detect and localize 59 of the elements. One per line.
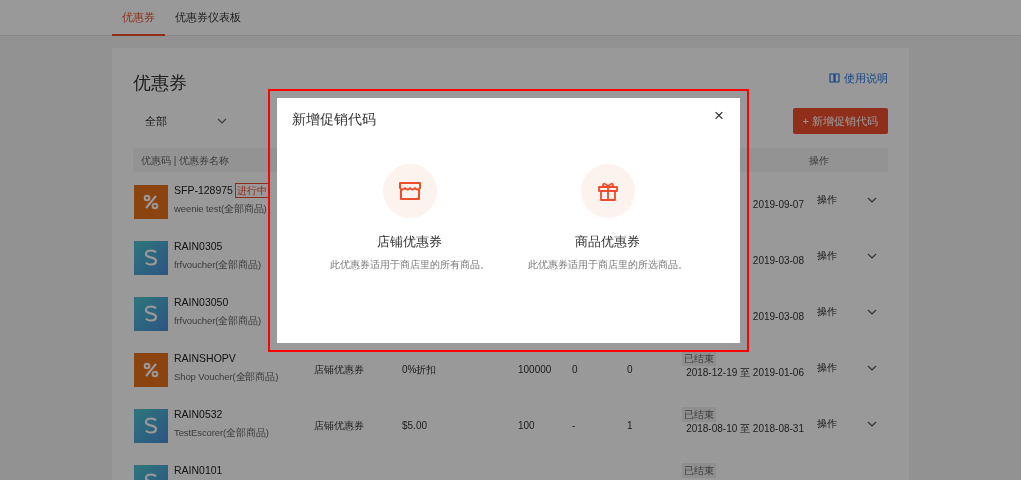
status-tag: 进行中 [234, 183, 269, 199]
coupon-name: frfvoucher(全部商品) [174, 314, 261, 328]
percent-icon [134, 185, 168, 219]
date-range: 2019-09-07 [752, 198, 804, 212]
table-cell-text: 100000 [518, 363, 552, 377]
table-cell-text: 0 [572, 363, 578, 377]
coupon-name: frfvoucher(全部商品) [174, 258, 261, 272]
chevron-down-icon [867, 308, 877, 315]
chevron-down-icon [867, 196, 877, 203]
coupon-code: RAIN0532 [174, 407, 223, 422]
chevron-down-icon [217, 118, 227, 124]
coupon-code: RAIN03050 [174, 295, 229, 310]
column-header: 优惠码 | 优惠券名称 [141, 153, 230, 168]
date-range: 2018-12-19 至 2019-01-06 [686, 366, 804, 380]
dollar-icon [134, 409, 168, 443]
date-range: 2019-03-08 [752, 310, 804, 324]
help-link[interactable]: 使用说明 [829, 70, 888, 87]
column-header: 操作 [809, 153, 829, 168]
chevron-down-icon [867, 364, 877, 371]
action-button[interactable]: 操作 [817, 192, 877, 207]
close-button[interactable]: × [714, 106, 724, 126]
coupon-code: RAIN0101 [174, 463, 223, 478]
table-cell-text: 0 [627, 363, 633, 377]
page-title: 优惠券 [133, 72, 187, 95]
coupon-name: Shop Voucher(全部商品) [174, 370, 279, 384]
action-button[interactable]: 操作 [817, 360, 877, 375]
table-cell-text: 1 [627, 419, 633, 433]
coupon-name: TestEscorer(全部商品) [174, 426, 269, 440]
dollar-icon [134, 241, 168, 275]
coupon-code: SFP-128975 [174, 183, 233, 198]
chevron-down-icon [867, 420, 877, 427]
option-title: 店铺优惠券 [377, 233, 442, 251]
option-description: 此优惠券适用于商店里的所有商品。 [329, 257, 490, 272]
date-range: 2018-08-10 至 2018-08-31 [686, 422, 804, 436]
filter-dropdown[interactable]: 全部 [133, 107, 239, 135]
dialog-title: 新增促销代码 [292, 110, 376, 129]
table-cell-text: 100 [518, 419, 535, 433]
chevron-down-icon [867, 252, 877, 259]
table-cell-text: 店铺优惠券 [314, 419, 364, 433]
dollar-icon [134, 297, 168, 331]
option-title: 商品优惠券 [575, 233, 640, 251]
date-range: 2019-03-08 [752, 254, 804, 268]
tab[interactable]: 优惠券仪表板 [165, 0, 251, 36]
book-icon [829, 73, 840, 84]
option-description: 此优惠券适用于商店里的所选商品。 [527, 257, 688, 272]
table-cell-text: $5.00 [402, 419, 428, 433]
add-button[interactable]: + 新增促销代码 [792, 108, 888, 134]
action-button[interactable]: 操作 [817, 248, 877, 263]
coupon-code: RAIN0305 [174, 239, 223, 254]
table-cell-text: 0%折扣 [402, 363, 437, 377]
coupon-code: RAINSHOPV [174, 351, 236, 366]
action-button[interactable]: 操作 [817, 416, 877, 431]
table-cell-text: - [572, 419, 576, 433]
percent-icon [134, 353, 168, 387]
action-button[interactable]: 操作 [817, 304, 877, 319]
coupon-name: weenie test(全部商品) [174, 202, 267, 216]
status-label: 已结束 [682, 463, 716, 478]
status-label: 已结束 [682, 407, 716, 422]
table-cell-text: 店铺优惠券 [314, 363, 364, 377]
